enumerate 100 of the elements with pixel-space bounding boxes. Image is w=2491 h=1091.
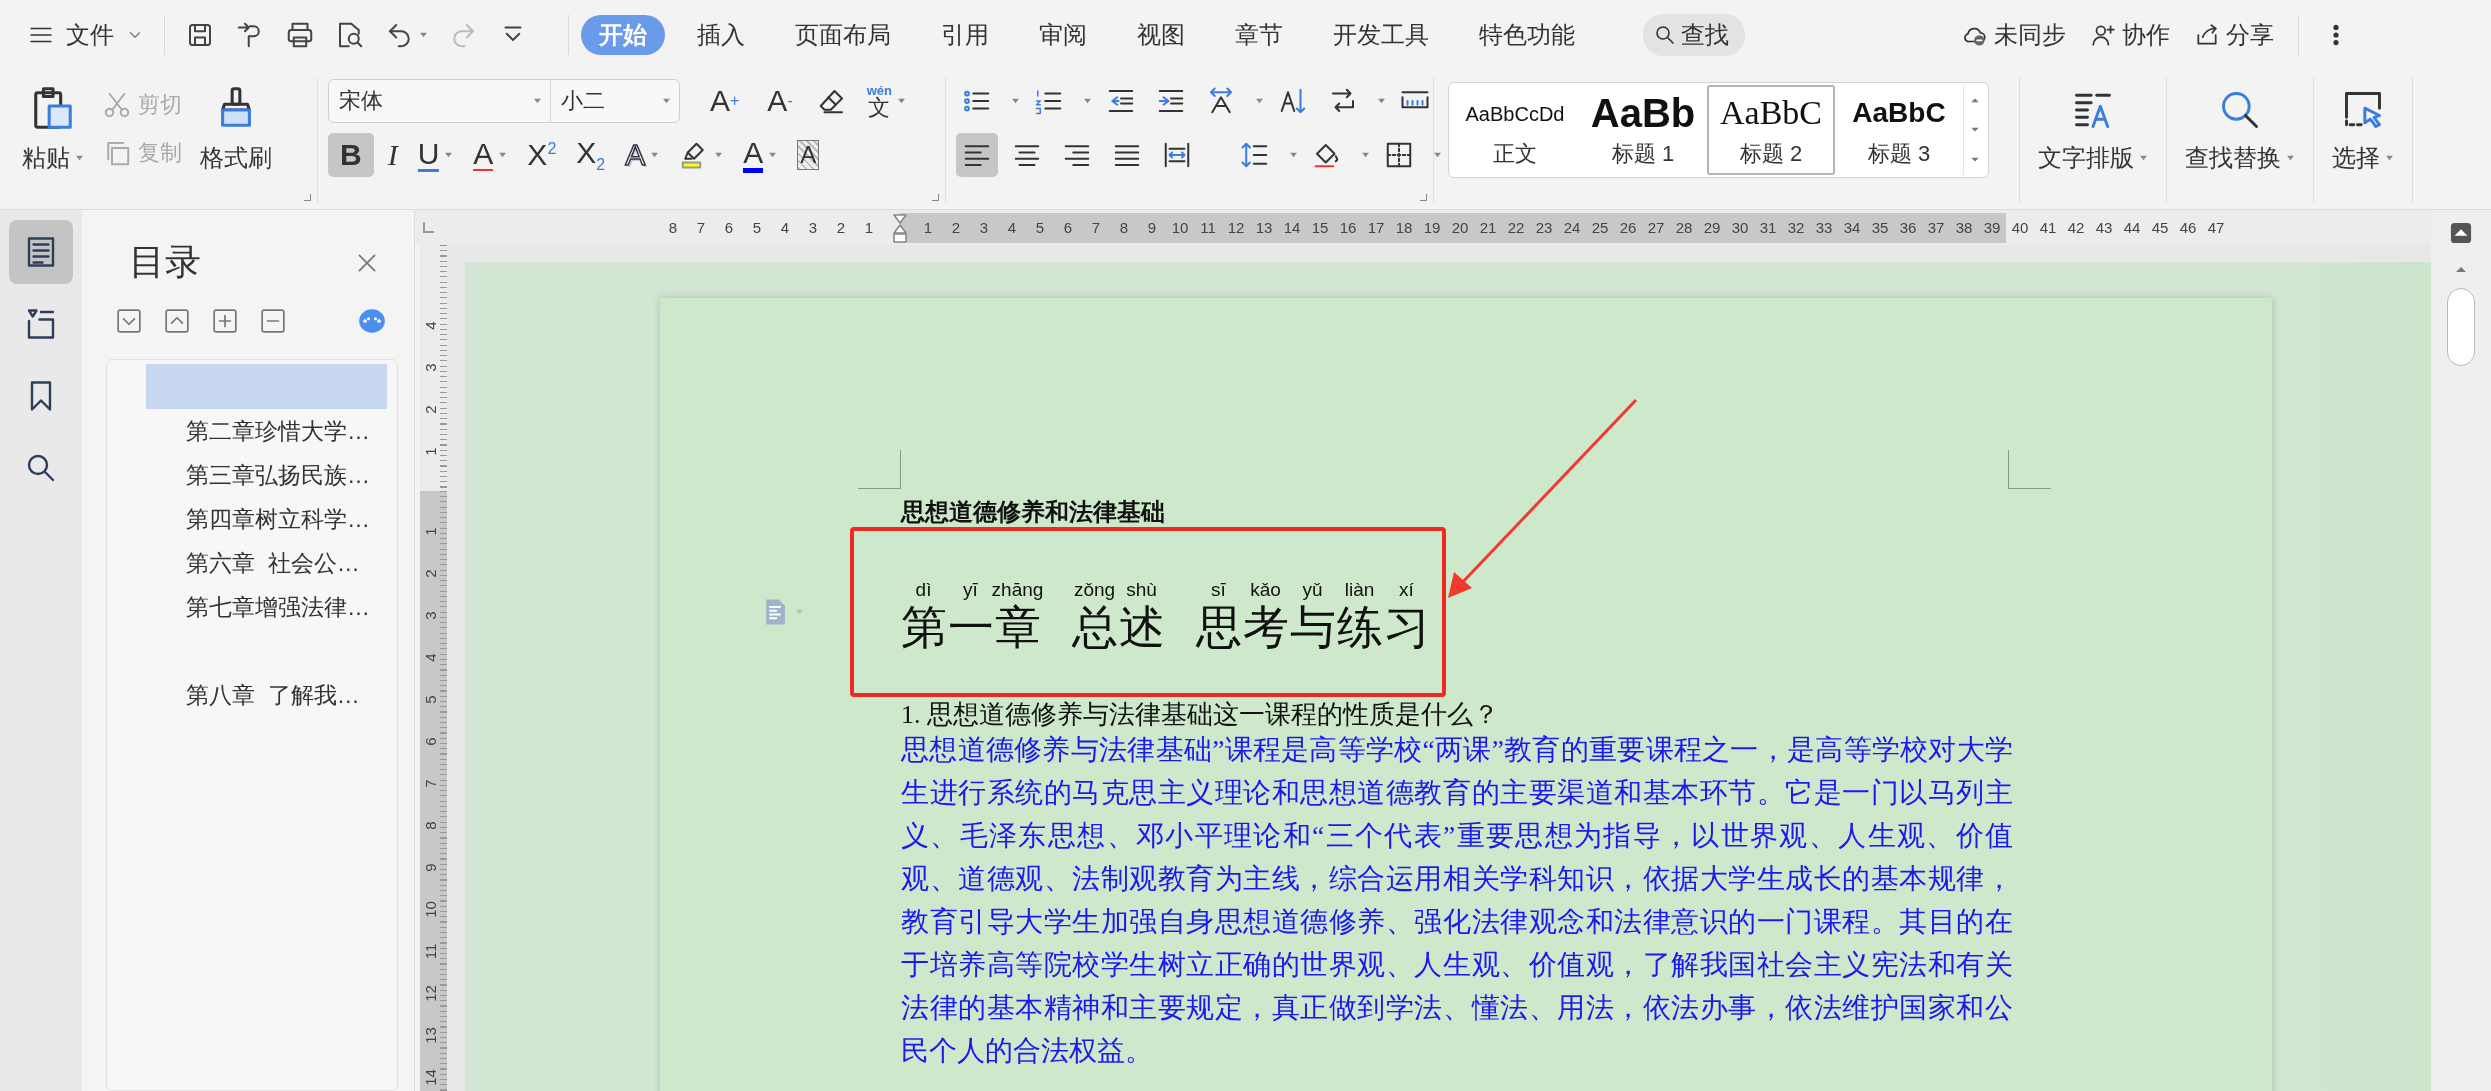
ruler-number: 8 bbox=[422, 820, 439, 830]
tab-stop-marker[interactable] bbox=[423, 222, 434, 233]
pinyin-text: zhāng bbox=[991, 578, 1044, 602]
line-spacing-icon[interactable] bbox=[1240, 140, 1270, 170]
heading-character: 考 bbox=[1242, 602, 1289, 654]
ribbon-tab[interactable]: 开发工具 bbox=[1309, 15, 1453, 55]
outline-item[interactable]: 第三章弘扬民族… bbox=[146, 453, 387, 497]
ribbon-tab[interactable]: 引用 bbox=[917, 15, 1013, 55]
ruler-number: 18 bbox=[1394, 219, 1414, 236]
italic-button[interactable]: I bbox=[381, 133, 404, 177]
collapse-icon[interactable] bbox=[116, 308, 142, 334]
style-option[interactable]: AaBb 标题 1 bbox=[1579, 85, 1707, 175]
outline-item[interactable]: 第七章增强法律… bbox=[146, 585, 387, 629]
ruler-number: 4 bbox=[422, 652, 439, 662]
style-option[interactable]: AaBbC 标题 3 bbox=[1835, 85, 1963, 175]
font-name-dropdown[interactable]: 宋体 bbox=[329, 80, 551, 122]
font-color-button[interactable]: A bbox=[737, 133, 784, 177]
ruler-number: 3 bbox=[422, 610, 439, 620]
share-button[interactable]: 分享 bbox=[2194, 19, 2274, 51]
ruler-number: 22 bbox=[1506, 219, 1526, 236]
sync-status-button[interactable]: 未同步 bbox=[1962, 19, 2066, 51]
ruler-number: 16 bbox=[1338, 219, 1358, 236]
scroll-down-arrow-icon[interactable] bbox=[1969, 126, 1981, 134]
underline-button[interactable]: U bbox=[411, 133, 460, 177]
ruler-number: 13 bbox=[422, 1026, 439, 1044]
ruler-number: 28 bbox=[1674, 219, 1694, 236]
outline-item[interactable]: 第八章 了解我… bbox=[146, 673, 387, 717]
ribbon-tab[interactable]: 特色功能 bbox=[1455, 15, 1599, 55]
view-toggle-icon[interactable] bbox=[2450, 222, 2472, 244]
add-icon[interactable] bbox=[212, 308, 238, 334]
ruler-number: 2 bbox=[835, 219, 847, 236]
style-preview-text: AaBbC bbox=[1852, 96, 1946, 130]
print-icon[interactable] bbox=[285, 20, 315, 50]
style-option[interactable]: AaBbC 标题 2 bbox=[1707, 85, 1835, 175]
outline-item[interactable]: 第四章树立科学… bbox=[146, 497, 387, 541]
font-name-value: 宋体 bbox=[339, 87, 383, 115]
ruler-number: 12 bbox=[422, 984, 439, 1002]
distributed-icon bbox=[1162, 140, 1192, 170]
scrollbar-thumb[interactable] bbox=[2447, 288, 2475, 366]
ruler-number: 34 bbox=[1842, 219, 1862, 236]
sort-icon[interactable] bbox=[1278, 86, 1308, 116]
heading-character: 章 bbox=[994, 602, 1041, 654]
add-person-icon bbox=[2090, 22, 2116, 48]
select-button[interactable]: 选择 bbox=[2332, 78, 2394, 203]
format-painter-button[interactable]: 格式刷 bbox=[200, 78, 272, 203]
ruler-number: 3 bbox=[422, 362, 439, 372]
caret-icon bbox=[1083, 98, 1092, 104]
caret-icon bbox=[714, 152, 724, 158]
font-size-dropdown[interactable]: 小二 bbox=[551, 80, 679, 122]
ruler-number: 3 bbox=[978, 219, 990, 236]
ruler-number: 4 bbox=[422, 320, 439, 330]
search-button[interactable]: 查找 bbox=[1643, 14, 1745, 56]
caret-icon bbox=[2385, 155, 2394, 161]
remove-icon[interactable] bbox=[260, 308, 286, 334]
strikethrough-button[interactable]: A bbox=[467, 133, 514, 177]
caret-icon bbox=[768, 152, 778, 158]
ruler-number: 1 bbox=[422, 446, 439, 456]
ruler-number: 5 bbox=[1034, 219, 1046, 236]
ruler-number: 46 bbox=[2178, 219, 2198, 236]
ruler-number: 38 bbox=[1954, 219, 1974, 236]
subscript-button[interactable]: X$_{2}$ bbox=[570, 133, 612, 177]
ribbon-tab[interactable]: 插入 bbox=[673, 15, 769, 55]
pinyin-text: shù bbox=[1126, 578, 1157, 602]
ruler-number: 14 bbox=[1282, 219, 1302, 236]
style-option[interactable]: AaBbCcDd 正文 bbox=[1451, 85, 1579, 175]
borders-icon[interactable] bbox=[1384, 140, 1414, 170]
ruler-number: 21 bbox=[1478, 219, 1498, 236]
bold-button[interactable]: B bbox=[328, 133, 374, 177]
expand-gallery-icon[interactable] bbox=[1969, 156, 1981, 164]
ruler-number: 10 bbox=[422, 900, 439, 918]
caret-icon bbox=[75, 155, 84, 161]
outline-item[interactable]: 第六章 社会公… bbox=[146, 541, 387, 585]
ribbon-tab[interactable]: 视图 bbox=[1113, 15, 1209, 55]
character-shading-button[interactable]: A bbox=[791, 133, 826, 177]
phonetic-guide-button[interactable]: wén 文 bbox=[860, 79, 912, 123]
ruler-number: 7 bbox=[422, 778, 439, 788]
ruler-number: 14 bbox=[422, 1068, 439, 1086]
superscript-button[interactable]: X$^{2}$ bbox=[521, 133, 563, 177]
document-outline-tab[interactable] bbox=[9, 220, 73, 284]
character-text: 文 bbox=[868, 96, 891, 119]
ruler-number: 45 bbox=[2150, 219, 2170, 236]
find-replace-button[interactable]: 查找替换 bbox=[2185, 78, 2295, 203]
collaborate-button[interactable]: 协作 bbox=[2090, 19, 2170, 51]
style-name: 标题 3 bbox=[1867, 140, 1931, 168]
indent-marker[interactable] bbox=[892, 213, 908, 243]
caret-icon bbox=[2286, 155, 2295, 161]
ribbon-tab[interactable]: 章节 bbox=[1211, 15, 1307, 55]
ribbon-tab[interactable]: 页面布局 bbox=[771, 15, 915, 55]
paste-button[interactable]: 粘贴 bbox=[22, 142, 84, 174]
scroll-up-arrow-icon[interactable] bbox=[1969, 96, 1981, 104]
align-left-button[interactable] bbox=[956, 133, 998, 177]
expand-icon[interactable] bbox=[164, 308, 190, 334]
panel-title: 目录 bbox=[129, 240, 201, 284]
outline-item[interactable]: 第二章珍惜大学… bbox=[146, 409, 387, 453]
ribbon-tab[interactable]: 审阅 bbox=[1015, 15, 1111, 55]
more-icon[interactable] bbox=[356, 307, 388, 335]
text-layout-button[interactable]: 文字排版 bbox=[2038, 78, 2148, 203]
decrease-font-size-button[interactable]: A$^{-}$ bbox=[757, 79, 803, 123]
increase-font-size-button[interactable]: A$^{+}$ bbox=[700, 79, 750, 123]
file-menu-button[interactable]: 文件 bbox=[28, 19, 144, 51]
